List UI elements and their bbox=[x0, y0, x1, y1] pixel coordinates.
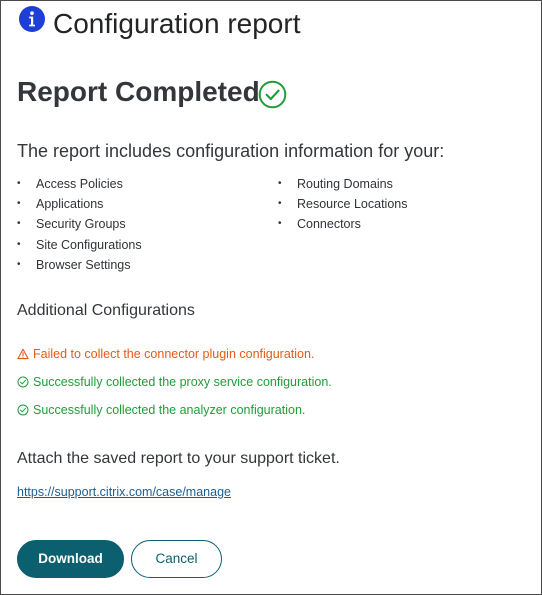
configuration-report-dialog: Configuration report Report Completed Th… bbox=[0, 0, 542, 595]
info-icon bbox=[18, 5, 46, 33]
support-case-link[interactable]: https://support.citrix.com/case/manage bbox=[17, 484, 231, 500]
status-text: Successfully collected the analyzer conf… bbox=[33, 403, 306, 417]
list-item: • Browser Settings bbox=[17, 257, 131, 272]
check-circle-icon bbox=[17, 376, 29, 388]
status-proxy-service: Successfully collected the proxy service… bbox=[17, 374, 332, 390]
check-circle-icon bbox=[258, 80, 287, 109]
list-item: • Site Configurations bbox=[17, 237, 142, 252]
report-completed-heading: Report Completed bbox=[17, 76, 260, 107]
list-item: • Routing Domains bbox=[278, 177, 393, 191]
status-connector-plugin: Failed to collect the connector plugin c… bbox=[17, 346, 314, 362]
list-item: • Security Groups bbox=[17, 217, 126, 232]
status-text: Successfully collected the proxy service… bbox=[33, 375, 332, 389]
download-button[interactable]: Download bbox=[17, 540, 124, 578]
additional-configurations-heading: Additional Configurations bbox=[17, 302, 195, 319]
support-instruction: Attach the saved report to your support … bbox=[17, 450, 340, 467]
list-item: • Applications bbox=[17, 197, 104, 212]
included-items-list-right: • Routing Domains • Resource Locations • Co… bbox=[278, 175, 407, 236]
status-text: Failed to collect the connector plugin c… bbox=[33, 347, 315, 361]
warning-icon bbox=[17, 348, 29, 360]
list-item: • Resource Locations bbox=[278, 197, 408, 212]
status-analyzer: Successfully collected the analyzer conf… bbox=[17, 402, 305, 418]
cancel-button[interactable]: Cancel bbox=[131, 540, 222, 578]
check-circle-icon bbox=[17, 404, 29, 416]
list-item: • Connectors bbox=[278, 217, 361, 232]
dialog-title: Configuration report bbox=[53, 8, 301, 39]
list-item: • Access Policies bbox=[17, 177, 123, 191]
included-items-list-left: • Access Policies • Applications • Security… bbox=[17, 175, 142, 276]
report-intro-text: The report includes configuration inform… bbox=[17, 141, 445, 161]
